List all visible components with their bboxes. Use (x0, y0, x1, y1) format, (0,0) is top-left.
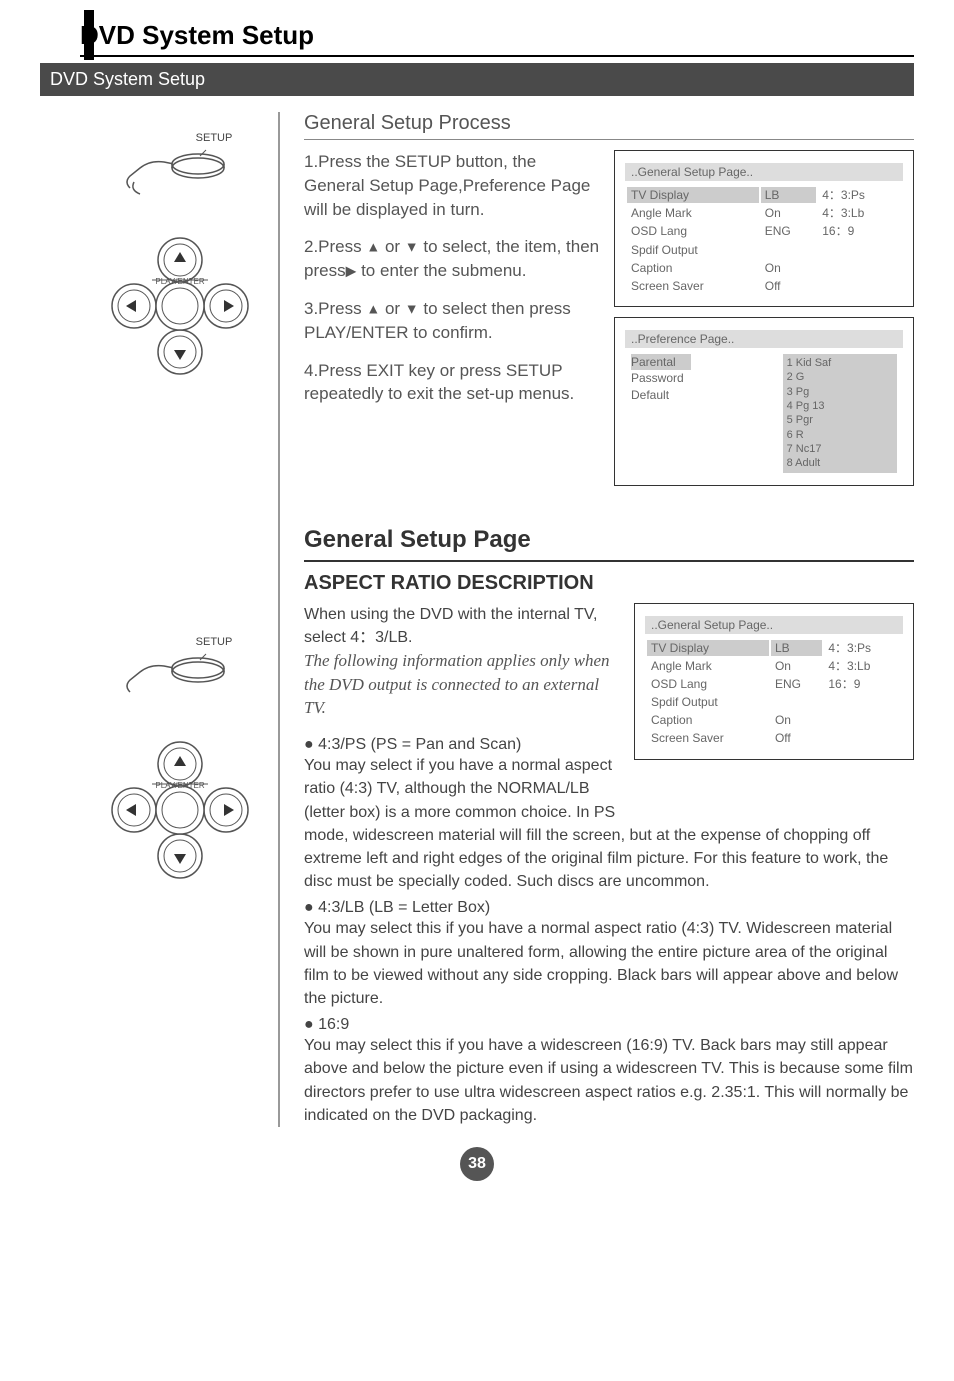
step-4: 4.Press EXIT key or press SETUP repeated… (304, 359, 600, 407)
pref-l1: Parental (631, 354, 691, 370)
osd2-r6a: Screen Saver (647, 730, 769, 746)
osd-stack: ..General Setup Page.. TV DisplayLB4：3:P… (614, 150, 914, 496)
osd-r2c: 4：3:Lb (818, 205, 901, 221)
step3-a: 3.Press (304, 299, 366, 318)
step2-a: 2.Press (304, 237, 366, 256)
osd2-r1c: 4：3:Ps (824, 640, 901, 656)
step-3: 3.Press ▲ or ▼ to select then press PLAY… (304, 297, 600, 345)
dpad-figure: PLAY/ENTER (80, 226, 268, 386)
general-process-heading: General Setup Process (304, 112, 914, 140)
b1-head-text: 4:3/PS (PS = Pan and Scan) (318, 736, 521, 753)
osd-general-table: TV DisplayLB4：3:Ps Angle MarkOn4：3:Lb OS… (625, 185, 903, 296)
corner-mark (84, 10, 94, 60)
triangle-down-icon-2: ▼ (405, 301, 419, 317)
step2-c: to enter the submenu. (356, 261, 526, 280)
dpad-center-label: PLAY/ENTER (155, 277, 204, 286)
osd-pref-table: Parental Password Default 1 Kid Saf 2 G … (625, 352, 903, 474)
setup-label: SETUP (160, 132, 268, 144)
pref-right-list: 1 Kid Saf 2 G 3 Pg 4 Pg 13 5 Pgr 6 R 7 N… (783, 354, 897, 472)
pref-l2: Password (631, 371, 684, 385)
osd2-r5a: Caption (647, 712, 769, 728)
osd2-r2b: On (771, 658, 822, 674)
bullet-3-head: ● 16:9 (304, 1016, 914, 1034)
osd-general-setup: ..General Setup Page.. TV DisplayLB4：3:P… (614, 150, 914, 307)
b3-head-text: 16:9 (318, 1016, 349, 1033)
hand-setup-icon-2 (120, 650, 230, 700)
osd2-r4a: Spdif Output (647, 694, 769, 710)
svg-text:PLAY/ENTER: PLAY/ENTER (155, 781, 204, 790)
osd-general-setup-2: ..General Setup Page.. TV DisplayLB4：3:P… (634, 603, 914, 760)
osd-r3c: 16：9 (818, 223, 901, 239)
osd2-r6b: Off (771, 730, 822, 746)
osd-r6b: Off (761, 278, 817, 294)
main-title: DVD System Setup (80, 20, 914, 51)
osd2-r2c: 4：3:Lb (824, 658, 901, 674)
pref-l3: Default (631, 388, 669, 402)
osd-r3b: ENG (761, 223, 817, 239)
osd-r2b: On (761, 205, 817, 221)
osd-r3a: OSD Lang (627, 223, 759, 239)
bullet-2-body: You may select this if you have a normal… (304, 917, 914, 1010)
osd2-r1b: LB (771, 640, 822, 656)
osd2-r1a: TV Display (647, 640, 769, 656)
osd-r1a: TV Display (627, 187, 759, 203)
osd-r2a: Angle Mark (627, 205, 759, 221)
osd-general-title-2: ..General Setup Page.. (645, 616, 903, 634)
osd2-r3c: 16：9 (824, 676, 901, 692)
hand-setup-icon (120, 146, 230, 196)
page-number: 38 (460, 1147, 494, 1181)
general-setup-page-title: General Setup Page (304, 526, 914, 562)
osd-r4a: Spdif Output (627, 242, 759, 258)
aspect-intro: When using the DVD with the internal TV,… (304, 603, 620, 649)
aspect-italic: The following information applies only w… (304, 649, 620, 720)
bullet-2-head: ● 4:3/LB (LB = Letter Box) (304, 899, 914, 917)
step-1: 1.Press the SETUP button, the General Se… (304, 150, 600, 221)
content-columns: SETUP (80, 112, 914, 1127)
triangle-up-icon-2: ▲ (366, 301, 380, 317)
step2-or: or (380, 237, 405, 256)
right-column: General Setup Process 1.Press the SETUP … (300, 112, 914, 1127)
title-row: DVD System Setup (80, 20, 914, 57)
triangle-up-icon: ▲ (366, 239, 380, 255)
osd2-r3a: OSD Lang (647, 676, 769, 692)
osd-r5a: Caption (627, 260, 759, 276)
osd-general-title: ..General Setup Page.. (625, 163, 903, 181)
osd2-r2a: Angle Mark (647, 658, 769, 674)
bullet-1-body-a: You may select if you have a normal aspe… (304, 754, 620, 824)
aspect-ratio-title: ASPECT RATIO DESCRIPTION (304, 572, 914, 595)
osd-preference: ..Preference Page.. Parental Password De… (614, 317, 914, 485)
bullet-1-head: ● 4:3/PS (PS = Pan and Scan) (304, 736, 620, 754)
osd2-r5b: On (771, 712, 822, 728)
setup-label-2: SETUP (160, 636, 268, 648)
osd-general-table-2: TV DisplayLB4：3:Ps Angle MarkOn4：3:Lb OS… (645, 638, 903, 749)
dpad-figure-2: PLAY/ENTER (80, 730, 268, 890)
dpad-icon-2: PLAY/ENTER (100, 730, 260, 890)
triangle-down-icon: ▼ (405, 239, 419, 255)
subtitle-bar: DVD System Setup (40, 63, 914, 96)
osd-r1c: 4：3:Ps (818, 187, 901, 203)
setup-button-figure: SETUP (80, 132, 268, 196)
bullet-1-body-b: mode, widescreen material will fill the … (304, 824, 914, 894)
osd-pref-title: ..Preference Page.. (625, 330, 903, 348)
bullet-3-body: You may select this if you have a widesc… (304, 1034, 914, 1127)
osd-r6a: Screen Saver (627, 278, 759, 294)
b2-head-text: 4:3/LB (LB = Letter Box) (318, 899, 490, 916)
triangle-right-icon: ▶ (346, 263, 357, 279)
osd2-r3b: ENG (771, 676, 822, 692)
osd-r5b: On (761, 260, 817, 276)
osd-r1b: LB (761, 187, 817, 203)
step-2: 2.Press ▲ or ▼ to select, the item, then… (304, 235, 600, 283)
step3-or: or (380, 299, 405, 318)
left-column: SETUP (80, 112, 280, 1127)
setup-button-figure-2: SETUP (80, 636, 268, 700)
dpad-icon: PLAY/ENTER (100, 226, 260, 386)
